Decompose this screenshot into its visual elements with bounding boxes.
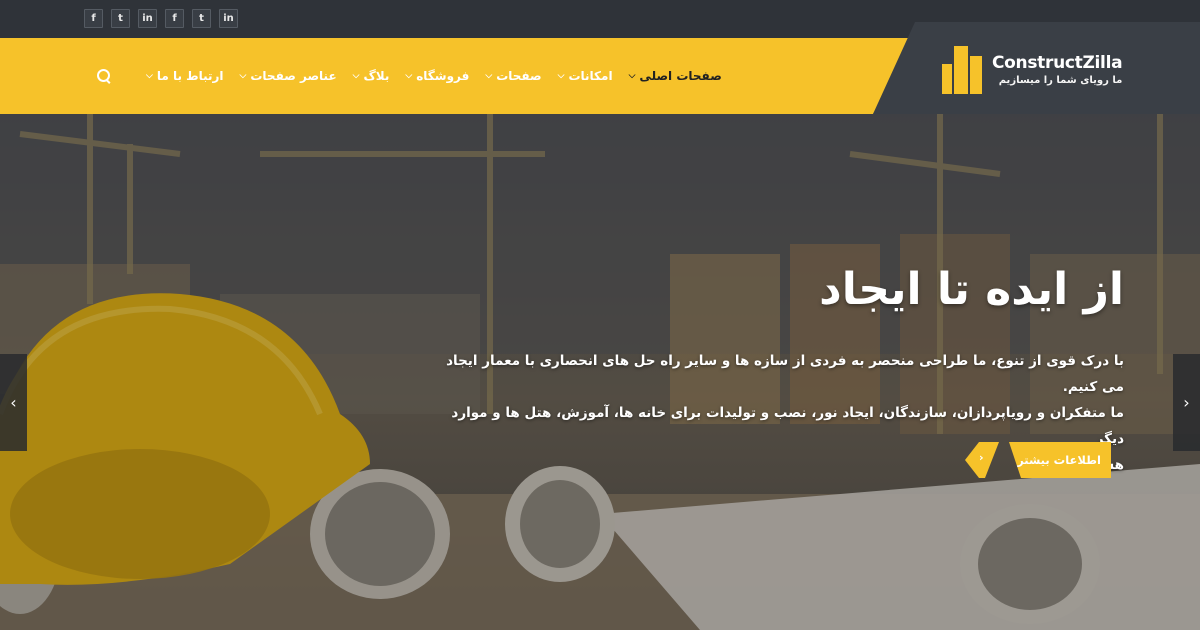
nav-item-features[interactable]: ⌵ امکانات bbox=[558, 69, 613, 83]
facebook-icon[interactable]: f bbox=[165, 9, 184, 28]
twitter-icon[interactable]: t bbox=[111, 9, 130, 28]
logo-mark-icon bbox=[940, 44, 984, 94]
nav-item-label: عناصر صفحات bbox=[250, 69, 337, 83]
twitter-icon[interactable]: t bbox=[192, 9, 211, 28]
nav-item-label: صفحات bbox=[496, 69, 542, 83]
slider-next-button[interactable]: › bbox=[1173, 354, 1200, 451]
chevron-down-icon: ⌵ bbox=[485, 71, 493, 81]
hero-slider: از ایده تا ایجاد با درک قوی از تنوع، ما … bbox=[0, 114, 1200, 630]
logo-tagline: ما رویای شما را میسازیم bbox=[998, 74, 1123, 86]
hero-title: از ایده تا ایجاد bbox=[819, 264, 1124, 315]
slider-prev-button[interactable]: ‹ bbox=[0, 354, 27, 451]
nav-item-label: امکانات bbox=[568, 69, 613, 83]
chevron-down-icon: ⌵ bbox=[557, 71, 565, 81]
social-links: f t in f t in bbox=[84, 9, 238, 28]
nav-item-page-elements[interactable]: ⌵ عناصر صفحات bbox=[240, 69, 337, 83]
chevron-down-icon: ⌵ bbox=[628, 71, 636, 81]
linkedin-icon[interactable]: in bbox=[138, 9, 157, 28]
logo-text: ConstructZilla ما رویای شما را میسازیم bbox=[992, 52, 1123, 86]
nav-item-label: بلاگ bbox=[363, 69, 390, 83]
hero-description-line: با درک قوی از تنوع، ما طراحی منحصر به فر… bbox=[446, 353, 1124, 395]
chevron-down-icon: ⌵ bbox=[146, 71, 153, 81]
logo-name: ConstructZilla bbox=[992, 52, 1123, 73]
chevron-right-icon: › bbox=[979, 451, 984, 464]
chevron-down-icon: ⌵ bbox=[405, 71, 413, 81]
nav-item-home[interactable]: ⌵ صفحات اصلی bbox=[629, 69, 722, 83]
chevron-down-icon: ⌵ bbox=[239, 71, 247, 81]
nav-item-blog[interactable]: ⌵ بلاگ bbox=[353, 69, 390, 83]
learn-more-button-group: › اطلاعات بیشتر bbox=[965, 442, 1111, 478]
nav-item-shop[interactable]: ⌵ فروشگاه bbox=[405, 69, 469, 83]
nav-item-label: ارتباط با ما bbox=[156, 69, 224, 83]
nav-item-contact[interactable]: ⌵ ارتباط با ما bbox=[146, 69, 224, 83]
site-logo[interactable]: ConstructZilla ما رویای شما را میسازیم bbox=[940, 42, 1130, 96]
search-icon[interactable] bbox=[96, 68, 112, 84]
facebook-icon[interactable]: f bbox=[84, 9, 103, 28]
main-nav: ⌵ ارتباط با ما ⌵ عناصر صفحات ⌵ بلاگ ⌵ فروشگا… bbox=[96, 38, 738, 114]
linkedin-icon[interactable]: in bbox=[219, 9, 238, 28]
nav-item-pages[interactable]: ⌵ صفحات bbox=[485, 69, 541, 83]
nav-item-label: فروشگاه bbox=[416, 69, 470, 83]
chevron-down-icon: ⌵ bbox=[352, 71, 360, 81]
nav-item-label: صفحات اصلی bbox=[639, 69, 722, 83]
learn-more-button[interactable]: اطلاعات بیشتر bbox=[1009, 442, 1111, 478]
